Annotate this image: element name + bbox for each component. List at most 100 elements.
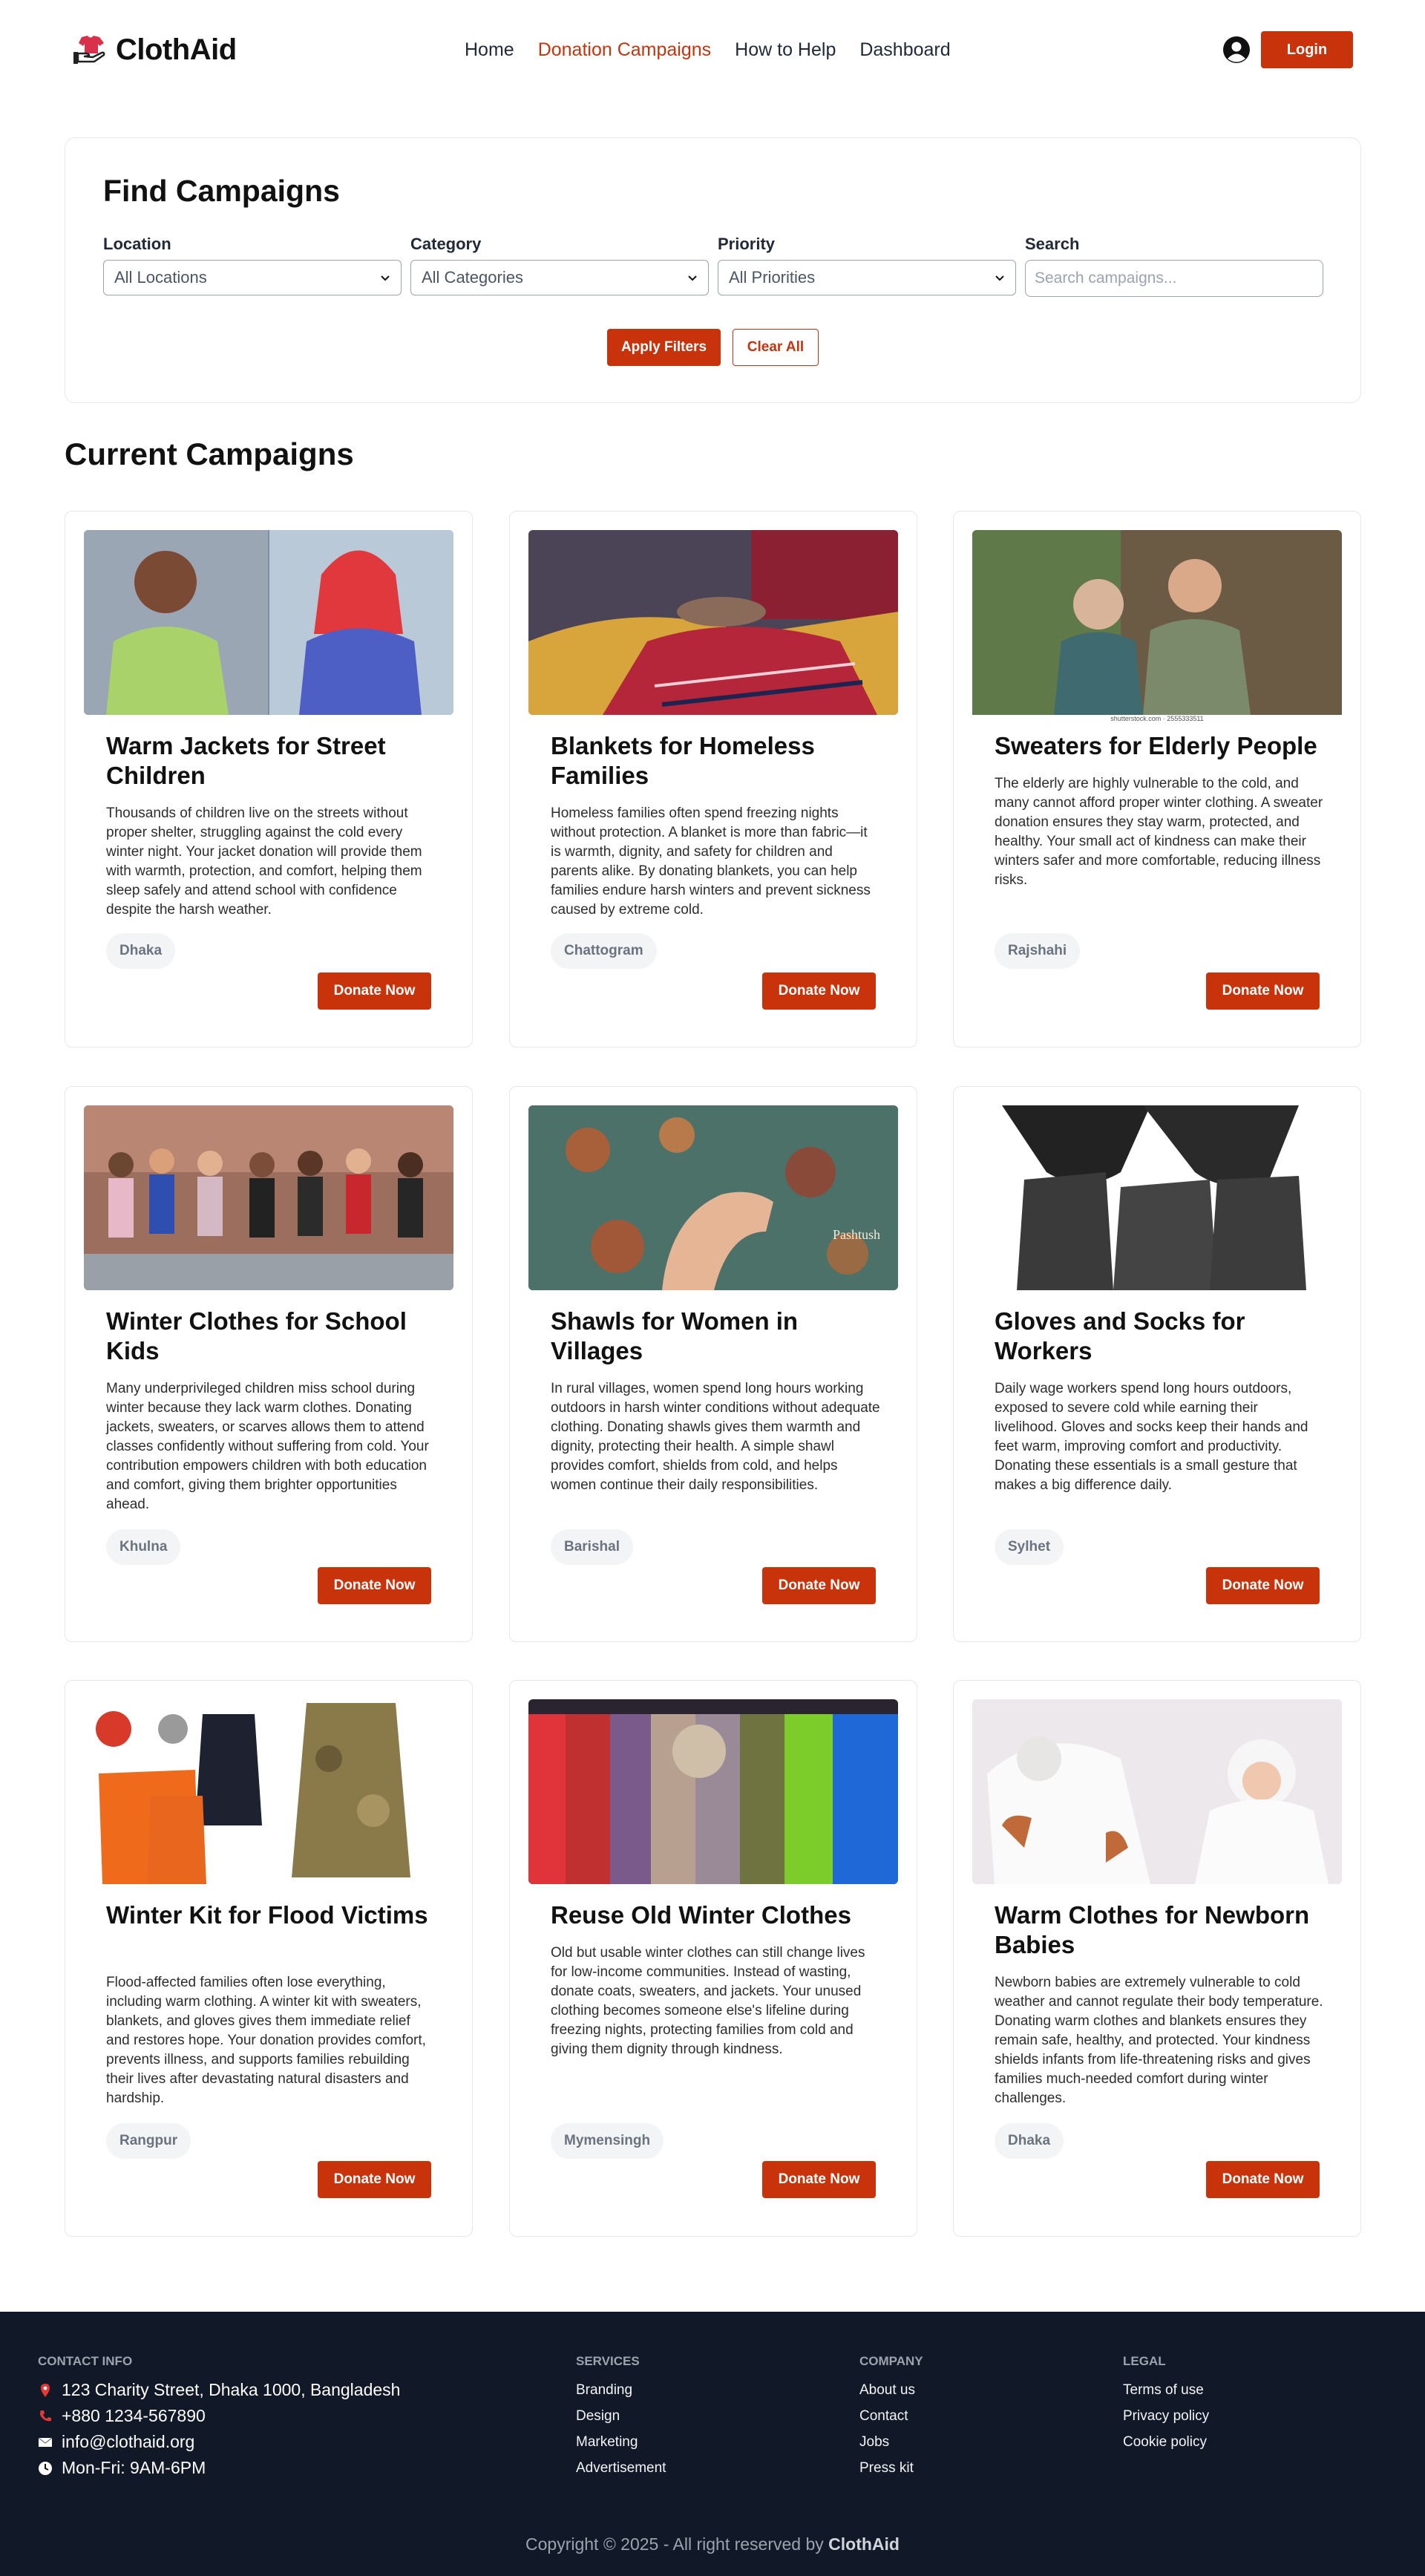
nav-dashboard[interactable]: Dashboard [859,39,950,61]
donate-now-button[interactable]: Donate Now [762,1567,876,1604]
campaign-image [972,1699,1342,1884]
donation-hand-icon [73,36,105,64]
footer-link-contact[interactable]: Contact [859,2408,908,2425]
campaign-image: shutterstock.com · 2555333511 [972,530,1342,723]
nav-home[interactable]: Home [465,39,514,61]
footer-link-marketing[interactable]: Marketing [576,2434,638,2451]
category-select[interactable]: All Categories [410,260,709,295]
location-label: Location [103,235,171,253]
campaign-card: Blankets for Homeless Families Homeless … [509,511,917,1047]
campaign-card: shutterstock.com · 2555333511 Sweaters f… [953,511,1361,1047]
donate-now-button[interactable]: Donate Now [1206,2161,1320,2198]
chevron-down-icon [381,275,390,281]
hours-text: Mon-Fri: 9AM-6PM [62,2458,206,2477]
find-campaigns-panel: Find Campaigns Location All Locations Ca… [65,137,1361,403]
search-filter: Search Search campaigns... [1025,235,1323,297]
category-value: All Categories [422,268,523,287]
apply-filters-button[interactable]: Apply Filters [607,329,721,366]
campaign-description: In rural villages, women spend long hour… [551,1381,880,1493]
donate-now-button[interactable]: Donate Now [762,2161,876,2198]
search-input[interactable]: Search campaigns... [1025,260,1323,297]
campaign-title: Gloves and Socks for Workers [995,1307,1245,1364]
location-badge: Chattogram [551,933,657,969]
clock-icon [39,2461,52,2475]
donate-now-button[interactable]: Donate Now [1206,972,1320,1010]
campaign-image [84,1105,453,1290]
priority-select[interactable]: All Priorities [718,260,1016,295]
footer-address: 123 Charity Street, Dhaka 1000, Banglade… [38,2380,400,2400]
campaign-title: Warm Clothes for Newborn Babies [995,1901,1310,1958]
donate-now-button[interactable]: Donate Now [318,1567,431,1604]
footer-link-jobs[interactable]: Jobs [859,2434,889,2451]
phone-text[interactable]: +880 1234-567890 [62,2406,206,2426]
donate-now-button[interactable]: Donate Now [762,972,876,1010]
campaign-image [84,530,453,715]
campaign-title: Shawls for Women in Villages [551,1307,799,1364]
chevron-down-icon [688,275,697,281]
footer-link-about[interactable]: About us [859,2382,915,2399]
campaign-description: Flood-affected families often lose every… [106,1975,426,2106]
brand-name: ClothAid [116,33,237,66]
donate-now-button[interactable]: Donate Now [318,2161,431,2198]
campaign-image [528,1699,898,1884]
chevron-down-icon [995,275,1004,281]
donate-now-button[interactable]: Donate Now [318,972,431,1010]
campaign-card: Pashtush Shawls for Women in Villages In… [509,1086,917,1642]
filter-actions: Apply Filters Clear All [65,329,1360,366]
campaign-description: Homeless families often spend freezing n… [551,805,871,918]
footer-link-branding[interactable]: Branding [576,2382,632,2399]
campaign-card: Winter Kit for Flood Victims Flood-affec… [65,1680,473,2237]
campaign-card: Reuse Old Winter Clothes Old but usable … [509,1680,917,2237]
campaign-title: Winter Kit for Flood Victims [106,1901,428,1929]
user-avatar-icon[interactable] [1222,36,1251,64]
footer-link-press-kit[interactable]: Press kit [859,2460,914,2477]
company-heading: COMPANY [859,2354,923,2368]
login-button[interactable]: Login [1261,31,1353,68]
image-caption: Pashtush [833,1227,880,1242]
footer-link-design[interactable]: Design [576,2408,620,2425]
category-filter: Category All Categories [410,235,709,295]
priority-label: Priority [718,235,776,253]
campaign-description: The elderly are highly vulnerable to the… [995,776,1323,888]
location-badge: Mymensingh [551,2123,664,2159]
location-badge: Dhaka [106,933,176,969]
priority-filter: Priority All Priorities [718,235,1016,295]
main-nav: Home Donation Campaigns How to Help Dash… [465,0,951,99]
navbar: ClothAid Home Donation Campaigns How to … [0,0,1425,99]
footer-link-cookie[interactable]: Cookie policy [1123,2434,1207,2451]
location-badge: Barishal [551,1529,633,1565]
campaign-title: Sweaters for Elderly People [995,732,1317,759]
location-pin-icon [41,2383,50,2397]
footer-hours: Mon-Fri: 9AM-6PM [38,2458,206,2478]
location-select[interactable]: All Locations [103,260,402,295]
address-text: 123 Charity Street, Dhaka 1000, Banglade… [62,2380,401,2399]
campaign-description: Many underprivileged children miss schoo… [106,1381,429,1512]
envelope-icon [38,2437,53,2447]
campaign-title: Reuse Old Winter Clothes [551,1901,851,1929]
donate-now-button[interactable]: Donate Now [1206,1567,1320,1604]
copyright-brand: ClothAid [828,2534,900,2554]
footer-link-terms[interactable]: Terms of use [1123,2382,1204,2399]
nav-donation-campaigns[interactable]: Donation Campaigns [538,39,711,61]
search-label: Search [1025,235,1080,253]
location-badge: Khulna [106,1529,181,1565]
campaign-card: Warm Clothes for Newborn Babies Newborn … [953,1680,1361,2237]
campaign-image [972,1105,1342,1290]
footer-link-privacy[interactable]: Privacy policy [1123,2408,1209,2425]
clear-all-button[interactable]: Clear All [733,329,819,366]
footer-link-advertisement[interactable]: Advertisement [576,2460,666,2477]
filter-title: Find Campaigns [103,174,340,208]
footer-phone: +880 1234-567890 [38,2406,206,2426]
campaign-title: Blankets for Homeless Families [551,732,815,789]
campaign-description: Newborn babies are extremely vulnerable … [995,1975,1323,2106]
email-text[interactable]: info@clothaid.org [62,2432,194,2452]
nav-actions: Login [1222,0,1353,99]
nav-how-to-help[interactable]: How to Help [735,39,836,61]
phone-icon [40,2410,51,2421]
image-caption: shutterstock.com · 2555333511 [1110,715,1204,722]
location-filter: Location All Locations [103,235,402,295]
logo[interactable]: ClothAid [71,33,237,67]
category-label: Category [410,235,482,253]
location-badge: Rajshahi [995,933,1081,969]
location-badge: Rangpur [106,2123,191,2159]
